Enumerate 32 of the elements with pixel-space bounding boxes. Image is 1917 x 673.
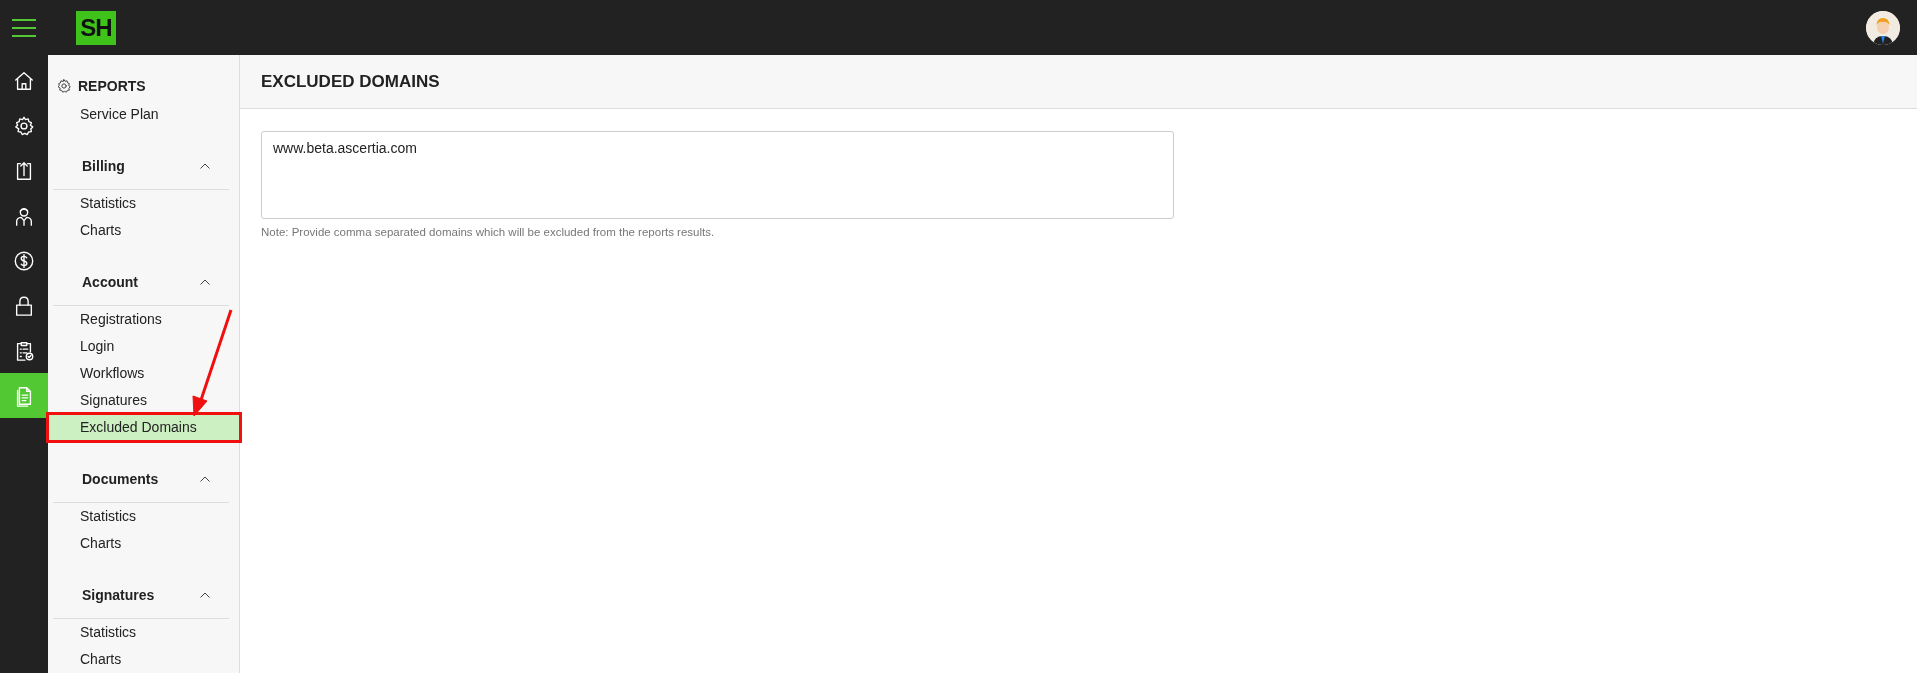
sidebar-item[interactable]: Service Plan [48, 101, 240, 128]
sidebar-item[interactable]: Statistics [48, 619, 240, 646]
avatar-icon[interactable] [1866, 10, 1900, 45]
lock-icon [13, 294, 35, 317]
sidebar-item[interactable]: Login [48, 333, 240, 360]
dollar-icon [13, 249, 35, 272]
caret-up-icon [200, 476, 210, 482]
sidebar-item[interactable]: Charts [48, 646, 240, 673]
note-text: Note: Provide comma separated domains which will be excluded from the reports results. [261, 226, 716, 238]
group-header[interactable]: Signatures [53, 572, 229, 619]
sidebar-title: REPORTS [78, 78, 146, 94]
domains-field[interactable]: www.beta.ascertia.com [261, 131, 1174, 219]
sidebar-item[interactable]: Charts [48, 530, 240, 557]
group-header[interactable]: Documents [53, 456, 229, 503]
sidebar-item[interactable]: Excluded Domains [48, 414, 240, 441]
sidebar-item[interactable]: Registrations [48, 306, 240, 333]
sidebar-item[interactable]: Statistics [48, 190, 240, 217]
home-icon [13, 69, 35, 92]
app-logo: SH [76, 10, 116, 45]
settings-icon [13, 114, 35, 137]
menu-icon[interactable] [12, 17, 36, 38]
sidebar-item[interactable]: Workflows [48, 360, 240, 387]
group-header[interactable]: Account [53, 259, 229, 306]
sidebar-item[interactable]: Signatures [48, 387, 240, 414]
caret-up-icon [200, 163, 210, 169]
sidebar-item[interactable]: Charts [48, 217, 240, 244]
sidebar-item[interactable]: Statistics [48, 503, 240, 530]
caret-up-icon [200, 592, 210, 598]
settings-icon [56, 78, 72, 94]
caret-up-icon [200, 279, 210, 285]
page-title: EXCLUDED DOMAINS [240, 55, 1917, 109]
group-header[interactable]: Billing [53, 143, 229, 190]
